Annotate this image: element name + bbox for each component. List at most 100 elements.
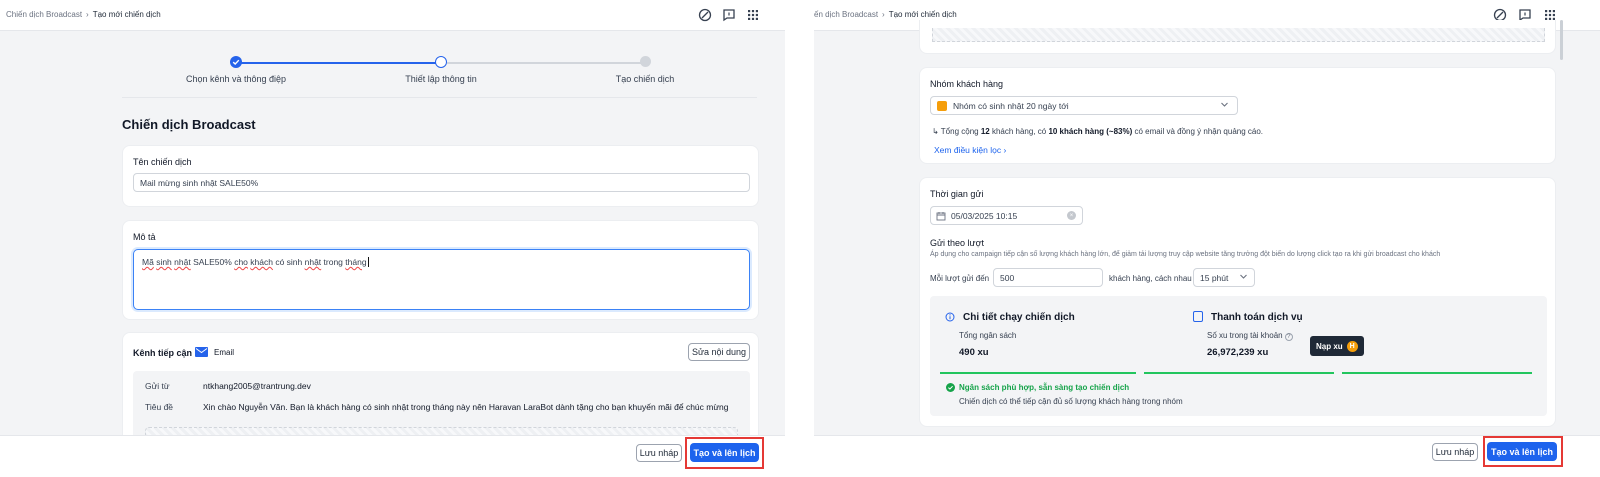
desc-word: khách xyxy=(250,257,273,267)
step-connector-done xyxy=(236,62,441,64)
clear-icon[interactable]: × xyxy=(1067,211,1076,220)
message-square-icon[interactable] xyxy=(721,7,737,23)
channel-name: Email xyxy=(214,348,235,357)
desc-word: nhật xyxy=(304,257,322,267)
campaign-summary-box: Chi tiết chạy chiến dịch Tổng ngân sách … xyxy=(930,296,1547,416)
receipt-icon xyxy=(1193,311,1203,322)
breadcrumb: Chiến dịch Broadcast ›Tạo mới chiến dịch xyxy=(814,10,957,19)
description-textarea[interactable]: Mã sinh nhật SALE50% cho khách có sinh n… xyxy=(133,249,750,310)
desc-word: sinh xyxy=(156,257,172,267)
bottom-action-bar: Lưu nháp Tạo và lên lịch xyxy=(0,435,785,477)
budget-ok-detail: Chiến dịch có thể tiếp cận đủ số lượng k… xyxy=(959,397,1183,406)
desc-text: SALE50% xyxy=(190,257,235,267)
desc-word: tháng xyxy=(345,257,367,267)
step-3-label: Tạo chiến dịch xyxy=(615,74,675,84)
from-value: ntkhang2005@trantrung.dev xyxy=(203,381,311,391)
summary-eligible: 10 khách hàng (~83%) xyxy=(1048,127,1133,136)
step-pending-dot xyxy=(640,56,651,67)
payment-title: Thanh toán dịch vụ xyxy=(1211,312,1303,323)
summary-prefix: Tổng cộng xyxy=(940,127,981,136)
segment-select[interactable]: Nhóm có sinh nhật 20 ngày tới xyxy=(930,96,1238,115)
step-current-dot xyxy=(435,56,447,68)
chevron-right-icon: › xyxy=(1003,145,1007,155)
progress-segment xyxy=(940,372,1136,374)
calendar-icon xyxy=(936,211,946,223)
help-icon[interactable]: ? xyxy=(1284,333,1293,341)
batch-prefix: Mỗi lượt gửi đến xyxy=(930,274,990,283)
customer-segment-card: Nhóm khách hàng Nhóm có sinh nhật 20 ngà… xyxy=(919,67,1556,164)
highlight-box xyxy=(1483,436,1563,467)
topup-label: Nạp xu xyxy=(1316,341,1343,351)
grid-icon[interactable] xyxy=(745,7,761,23)
balance-value: 26,972,239 xu xyxy=(1207,347,1269,358)
chevron-down-icon xyxy=(1239,272,1248,283)
preview-placeholder xyxy=(932,28,1545,42)
progress-segment xyxy=(1342,372,1532,374)
summary-mid: khách hàng, có xyxy=(989,127,1049,136)
desc-word: nhật xyxy=(174,257,191,267)
save-draft-button[interactable]: Lưu nháp xyxy=(1432,443,1478,461)
calendar-icon xyxy=(937,101,947,111)
topup-button[interactable]: Nạp xu H xyxy=(1310,336,1364,356)
desc-word: Mã xyxy=(142,257,154,267)
progress-segment xyxy=(1144,372,1334,374)
left-screen: Chiến dịch Broadcast › Tạo mới chiến dịch … xyxy=(0,0,785,477)
batch-count-input[interactable]: 500 xyxy=(993,268,1103,287)
batch-label: Gửi theo lượt xyxy=(930,238,984,248)
breadcrumb-current: Tạo mới chiến dịch xyxy=(888,10,957,19)
save-draft-button[interactable]: Lưu nháp xyxy=(636,444,682,462)
batch-interval-value: 15 phút xyxy=(1200,272,1229,283)
batch-hint: Áp dụng cho campaign tiếp cận số lượng k… xyxy=(930,251,1441,258)
schedule-card: Thời gian gửi 05/03/2025 10:15 × Gửi the… xyxy=(919,177,1556,427)
campaign-name-card: Tên chiến dịch Mail mừng sinh nhật SALE5… xyxy=(122,145,759,207)
detail-title: Chi tiết chạy chiến dịch xyxy=(963,312,1075,323)
progress-stepper: Chọn kênh và thông điệp Thiết lập thông … xyxy=(122,40,757,98)
batch-interval-select[interactable]: 15 phút xyxy=(1193,268,1255,287)
breadcrumb-parent-link[interactable]: Chiến dịch Broadcast xyxy=(6,10,82,19)
segment-value: Nhóm có sinh nhật 20 ngày tới xyxy=(953,100,1069,111)
desc-text: trong xyxy=(321,257,346,267)
balance-label-text: Số xu trong tài khoản xyxy=(1207,331,1283,340)
subject-label: Tiêu đề xyxy=(145,402,174,412)
step-2-label: Thiết lập thông tin xyxy=(405,74,477,84)
segment-label: Nhóm khách hàng xyxy=(930,79,1004,89)
breadcrumb-current: Tạo mới chiến dịch xyxy=(92,10,161,19)
summary-total: 12 xyxy=(980,127,990,136)
from-label: Gửi từ xyxy=(145,381,170,391)
breadcrumb-parent-link[interactable]: Chiến dịch Broadcast xyxy=(814,10,878,19)
check-icon xyxy=(230,56,242,68)
campaign-name-label: Tên chiến dịch xyxy=(133,157,192,167)
batch-mid: khách hàng, cách nhau xyxy=(1109,274,1192,283)
chevron-down-icon xyxy=(1220,100,1229,111)
view-filter-link[interactable]: Xem điều kiện lọc › xyxy=(934,145,1006,155)
breadcrumb-separator: › xyxy=(882,10,885,19)
top-bar: Chiến dịch Broadcast ›Tạo mới chiến dịch xyxy=(0,0,785,31)
send-time-input[interactable]: 05/03/2025 10:15 × xyxy=(930,206,1083,225)
send-time-value: 05/03/2025 10:15 xyxy=(951,210,1018,221)
corner-arrow-icon: ↳ xyxy=(932,127,939,136)
budget-label: Tổng ngân sách xyxy=(959,331,1017,340)
step-connector-pending xyxy=(447,62,644,64)
description-label: Mô tả xyxy=(133,232,156,242)
text-cursor xyxy=(367,257,371,267)
channel-card: Kênh tiếp cận Email Sửa nội dung Gửi từ … xyxy=(122,332,759,453)
step-1-label: Chọn kênh và thông điệp xyxy=(185,74,287,84)
info-icon xyxy=(945,312,955,324)
edit-content-button[interactable]: Sửa nội dung xyxy=(688,343,750,361)
view-filter-link-label: Xem điều kiện lọc xyxy=(934,145,1002,155)
breadcrumb: Chiến dịch Broadcast ›Tạo mới chiến dịch xyxy=(6,10,161,19)
campaign-name-input[interactable]: Mail mừng sinh nhật SALE50% xyxy=(133,173,750,192)
scrollbar-thumb[interactable] xyxy=(1560,20,1563,60)
desc-word: cho xyxy=(234,257,248,267)
budget-value: 490 xu xyxy=(959,347,989,358)
segment-summary: ↳ Tổng cộng 12 khách hàng, có 10 khách h… xyxy=(932,127,1263,136)
budget-ok-status: Ngân sách phù hợp, sẵn sàng tạo chiến dị… xyxy=(959,383,1130,392)
highlight-box xyxy=(685,437,764,469)
send-time-label: Thời gian gửi xyxy=(930,189,984,199)
coin-icon: H xyxy=(1346,340,1358,352)
balance-label: Số xu trong tài khoản ? xyxy=(1207,331,1293,341)
check-circle-icon xyxy=(946,383,955,394)
bottom-action-bar: Lưu nháp Tạo và lên lịch xyxy=(814,435,1600,477)
summary-suffix: có email và đồng ý nhận quảng cáo. xyxy=(1132,127,1264,136)
help-circle-icon[interactable] xyxy=(697,7,713,23)
